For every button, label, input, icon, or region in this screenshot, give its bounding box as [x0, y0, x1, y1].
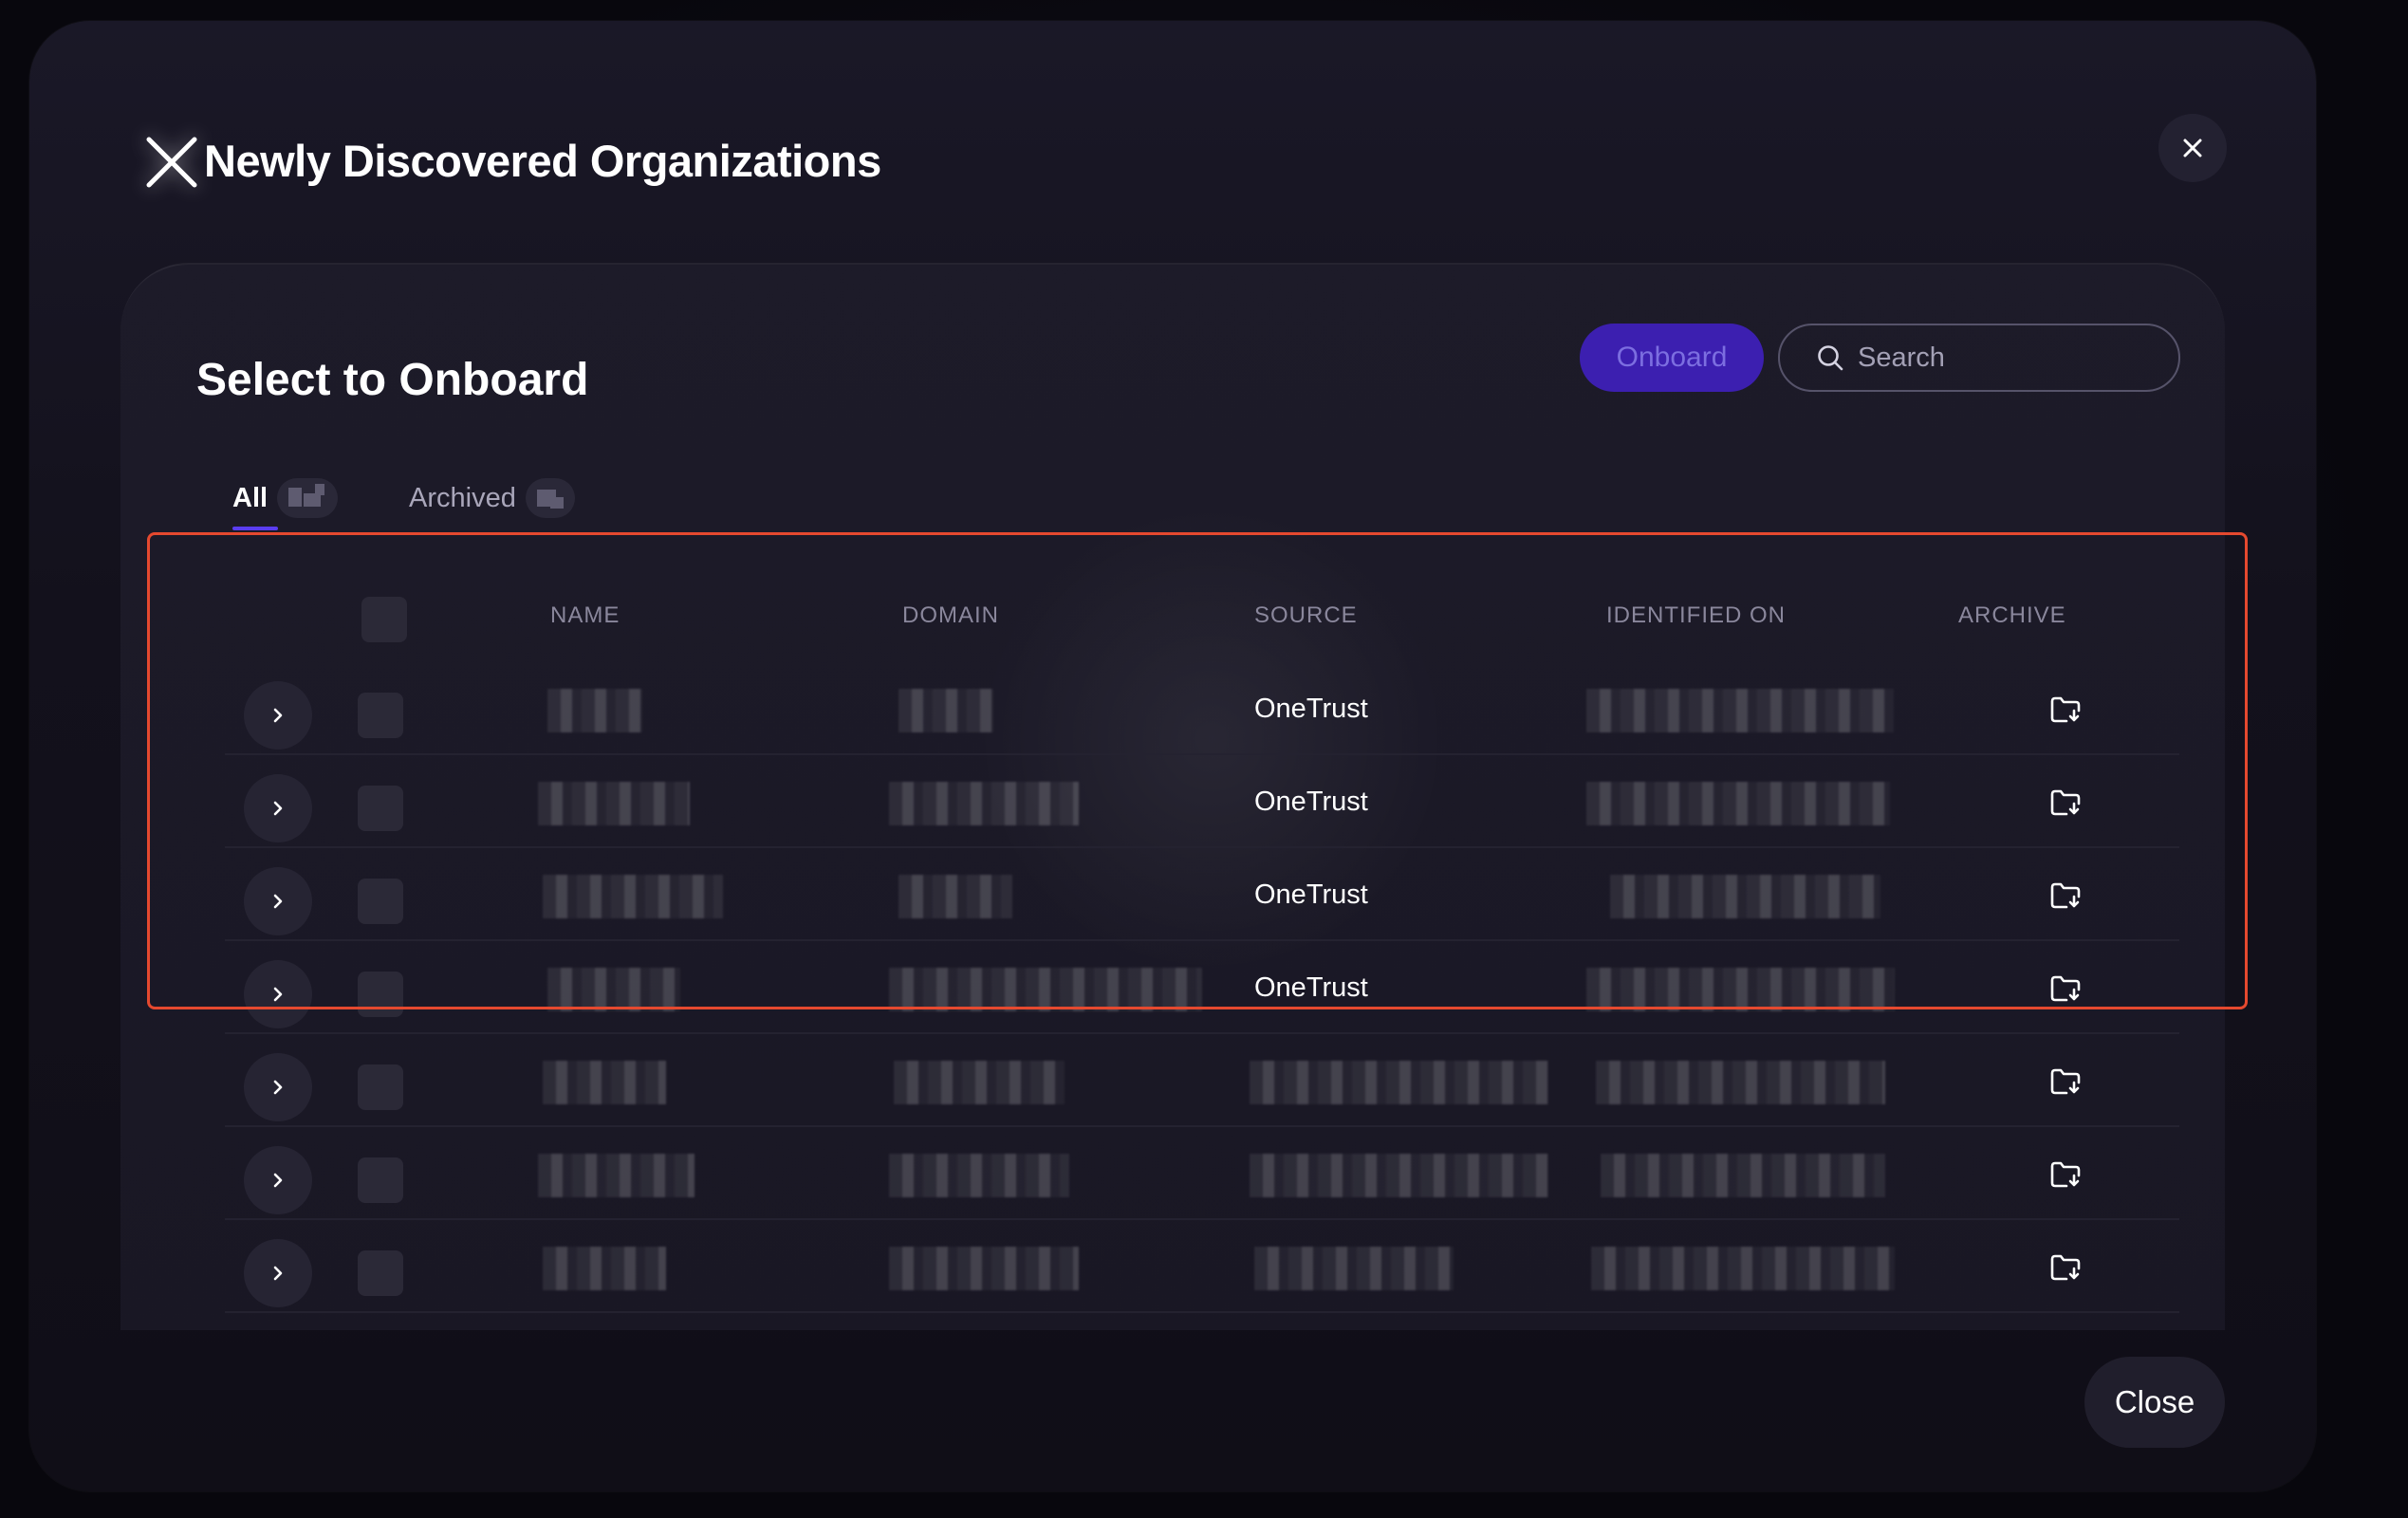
chevron-right-icon[interactable]: [244, 681, 312, 750]
tab-all-label: All: [232, 482, 269, 513]
column-header-identified-on: IDENTIFIED ON: [1606, 602, 1787, 628]
identified-on-cell-redacted: [1586, 689, 1894, 732]
source-cell-redacted: [1250, 1061, 1548, 1104]
source-cell: OneTrust: [1254, 879, 1368, 910]
modal-dialog: Newly Discovered Organizations Select to…: [29, 21, 2316, 1491]
table-row[interactable]: OneTrust: [225, 941, 2179, 1034]
folder-archive-icon[interactable]: [2045, 968, 2086, 1009]
table-row[interactable]: [225, 1313, 2179, 1330]
chevron-right-icon[interactable]: [244, 960, 312, 1028]
table-row[interactable]: [225, 1220, 2179, 1313]
select-all-checkbox[interactable]: [361, 597, 407, 642]
domain-cell-redacted: [898, 689, 993, 732]
table-row[interactable]: OneTrust: [225, 755, 2179, 848]
row-checkbox[interactable]: [358, 1250, 403, 1296]
row-checkbox[interactable]: [358, 1157, 403, 1203]
search-input[interactable]: [1858, 342, 2171, 374]
table-row[interactable]: [225, 1034, 2179, 1127]
name-cell-redacted: [538, 1154, 695, 1197]
search-box[interactable]: [1778, 324, 2180, 392]
tab-all[interactable]: All: [232, 470, 339, 530]
modal-title: Newly Discovered Organizations: [204, 136, 881, 186]
chevron-right-icon[interactable]: [244, 1146, 312, 1214]
folder-archive-icon[interactable]: [2045, 1154, 2086, 1195]
chevron-right-icon[interactable]: [244, 1053, 312, 1121]
tab-active-indicator: [232, 527, 278, 530]
chevron-right-icon[interactable]: [244, 774, 312, 842]
source-cell-redacted: [1250, 1154, 1548, 1197]
panel-title: Select to Onboard: [196, 355, 589, 405]
name-cell-redacted: [538, 782, 690, 825]
identified-on-cell-redacted: [1610, 875, 1880, 918]
domain-cell-redacted: [889, 1247, 1079, 1290]
name-cell-redacted: [543, 1061, 666, 1104]
identified-on-cell-redacted: [1586, 782, 1890, 825]
tab-archived-label: Archived: [409, 482, 516, 513]
domain-cell-redacted: [889, 968, 1202, 1011]
identified-on-cell-redacted: [1591, 1247, 1895, 1290]
name-cell-redacted: [547, 968, 680, 1011]
identified-on-cell-redacted: [1601, 1154, 1885, 1197]
onboard-button[interactable]: Onboard: [1580, 324, 1764, 392]
folder-archive-icon[interactable]: [2045, 689, 2086, 731]
domain-cell-redacted: [898, 875, 1012, 918]
row-checkbox[interactable]: [358, 1064, 403, 1110]
source-cell: OneTrust: [1254, 972, 1368, 1003]
close-icon[interactable]: [2158, 114, 2227, 182]
identified-on-cell-redacted: [1596, 1061, 1885, 1104]
identified-on-cell-redacted: [1586, 968, 1895, 1011]
folder-archive-icon[interactable]: [2045, 782, 2086, 824]
name-cell-redacted: [543, 875, 723, 918]
table-row[interactable]: OneTrust: [225, 662, 2179, 755]
row-checkbox[interactable]: [358, 972, 403, 1017]
row-checkbox[interactable]: [358, 879, 403, 924]
domain-cell-redacted: [889, 1154, 1069, 1197]
domain-cell-redacted: [889, 782, 1079, 825]
modal-header: Newly Discovered Organizations: [29, 21, 2316, 268]
folder-archive-icon[interactable]: [2045, 1061, 2086, 1102]
column-header-name: NAME: [550, 602, 621, 628]
row-checkbox[interactable]: [358, 786, 403, 831]
tab-archived-count-badge: [525, 478, 575, 518]
column-header-source: SOURCE: [1254, 602, 1358, 628]
domain-cell-redacted: [894, 1061, 1065, 1104]
tab-archived[interactable]: Archived: [409, 470, 575, 527]
folder-archive-icon[interactable]: [2045, 875, 2086, 916]
column-header-archive: ARCHIVE: [1958, 602, 2066, 628]
table-row[interactable]: [225, 1127, 2179, 1220]
table-row[interactable]: OneTrust: [225, 848, 2179, 941]
folder-archive-icon[interactable]: [2045, 1247, 2086, 1288]
name-cell-redacted: [543, 1247, 666, 1290]
search-icon: [1818, 345, 1843, 371]
chevron-right-icon[interactable]: [244, 867, 312, 935]
column-header-domain: DOMAIN: [902, 602, 999, 628]
name-cell-redacted: [547, 689, 642, 732]
source-cell-redacted: [1254, 1247, 1454, 1290]
tab-all-count-badge: [277, 478, 339, 518]
close-button[interactable]: Close: [2084, 1357, 2225, 1448]
row-checkbox[interactable]: [358, 693, 403, 738]
source-cell: OneTrust: [1254, 693, 1368, 724]
onboard-panel: Select to Onboard Onboard All Archived: [120, 263, 2225, 1330]
source-cell: OneTrust: [1254, 786, 1368, 817]
chevron-right-icon[interactable]: [244, 1239, 312, 1307]
